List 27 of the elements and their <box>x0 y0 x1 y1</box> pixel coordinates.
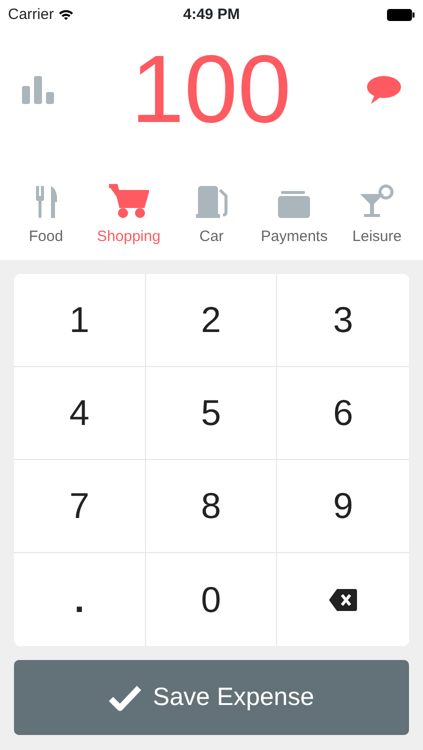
keypad-key[interactable]: 7 <box>14 460 146 553</box>
fuel-pump-icon <box>196 186 228 218</box>
cocktail-glass-icon <box>360 184 394 218</box>
shopping-cart-icon <box>108 184 149 218</box>
fork-knife-icon <box>36 186 56 218</box>
keypad-key[interactable]: 1 <box>14 274 146 367</box>
checkmark-icon <box>108 684 141 710</box>
category-tab[interactable]: Car <box>172 184 252 248</box>
keypad-key[interactable]: 5 <box>146 367 278 460</box>
keypad-key[interactable]: 3 <box>277 274 409 367</box>
keypad-key[interactable]: 4 <box>14 367 146 460</box>
wifi-icon <box>58 9 74 21</box>
category-tab[interactable]: Food <box>6 184 86 248</box>
clock-time: 4:49 PM <box>183 4 240 25</box>
category-tab[interactable]: Leisure <box>337 184 417 248</box>
save-expense-button[interactable]: Save Expense <box>14 660 409 735</box>
bar-chart-icon[interactable] <box>22 76 55 104</box>
wallet-icon <box>278 190 310 218</box>
speech-bubble-icon[interactable] <box>366 75 401 105</box>
carrier-label: Carrier <box>8 4 54 25</box>
backspace-icon <box>329 588 358 610</box>
amount-display: 100 <box>130 42 292 138</box>
keypad-key[interactable]: 2 <box>146 274 278 367</box>
category-tab[interactable]: Payments <box>254 184 334 248</box>
keypad-key[interactable]: . <box>14 553 146 646</box>
battery-icon <box>386 9 415 21</box>
keypad-key[interactable]: 8 <box>146 460 278 553</box>
